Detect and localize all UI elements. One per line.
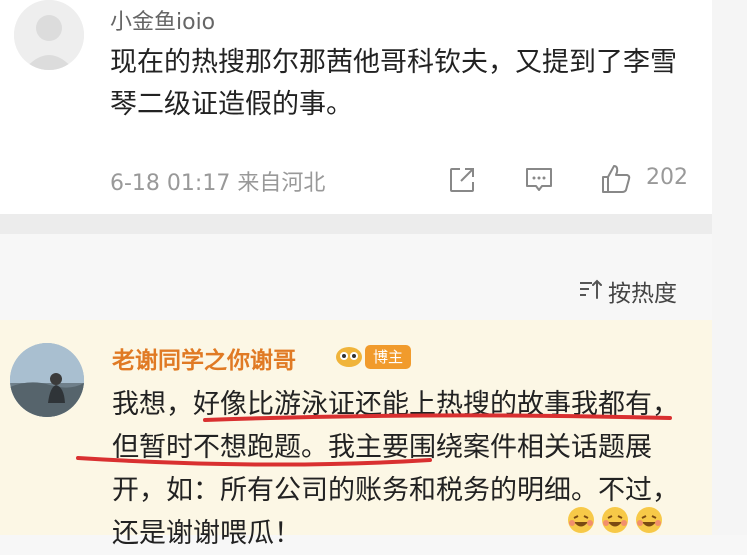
fan-eyes-icon [336, 347, 362, 367]
laughing-emoji-icon [636, 507, 662, 533]
avatar[interactable] [14, 0, 84, 70]
comment-icon[interactable] [525, 167, 553, 193]
laughing-emoji-icon [568, 507, 594, 533]
sort-by-hot-button[interactable]: 按热度 [608, 274, 677, 308]
comment-username[interactable]: 小金鱼ioio [110, 4, 215, 36]
right-margin [712, 0, 747, 535]
divider [0, 214, 712, 234]
default-avatar-icon [14, 0, 84, 70]
author-badge: 博主 [365, 345, 412, 369]
comment-text: 现在的热搜那尔那茜他哥科钦夫，又提到了李雪琴二级证造假的事。 [110, 47, 677, 120]
comment-meta: 6-18 01:17 来自河北 [110, 171, 326, 196]
share-icon[interactable] [448, 166, 476, 194]
like-icon[interactable] [600, 163, 632, 195]
laughing-emoji-icon [602, 507, 628, 533]
author-username[interactable]: 老谢同学之你谢哥 [112, 341, 296, 375]
sort-bar [0, 234, 712, 320]
sort-icon[interactable] [578, 278, 602, 300]
like-count: 202 [646, 165, 688, 190]
red-underline-annotation [76, 413, 672, 467]
